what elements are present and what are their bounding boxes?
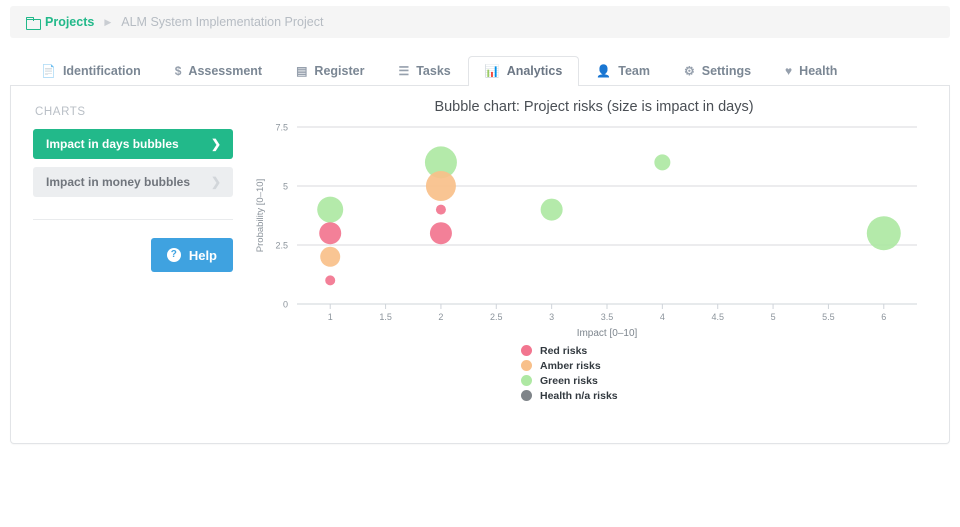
chart-legend: Red risks Amber risks Green risks Health n/… bbox=[521, 343, 618, 403]
legend-item[interactable]: Red risks bbox=[521, 343, 618, 358]
x-axis-tick-label: 6 bbox=[881, 312, 886, 322]
breadcrumb: Projects ▶ ALM System Implementation Pro… bbox=[10, 6, 950, 38]
sidebar-divider bbox=[33, 219, 233, 220]
tab-label: Assessment bbox=[188, 64, 262, 78]
tab-label: Analytics bbox=[507, 64, 563, 78]
bubble-point[interactable] bbox=[430, 222, 452, 244]
analytics-panel: CHARTS Impact in days bubbles❯Impact in … bbox=[10, 86, 950, 444]
charts-sidebar: CHARTS Impact in days bubbles❯Impact in … bbox=[11, 86, 249, 443]
help-button-label: Help bbox=[189, 248, 217, 263]
tab-label: Identification bbox=[63, 64, 141, 78]
dollar-icon: $ bbox=[175, 64, 182, 78]
legend-color-swatch bbox=[521, 375, 532, 386]
question-mark-icon: ? bbox=[167, 248, 181, 262]
bubble-point[interactable] bbox=[319, 222, 341, 244]
tab-label: Settings bbox=[702, 64, 751, 78]
x-axis-tick-label: 2 bbox=[438, 312, 443, 322]
tab-identification[interactable]: 📄 Identification bbox=[24, 56, 158, 86]
bubble-point[interactable] bbox=[325, 275, 335, 285]
bubble-chart: 0 2.5 5 7.5 Probability [0–10] 1 1.5 2 2.5 3 3.5 4 4… bbox=[249, 115, 949, 415]
bubble-chart-svg[interactable]: 0 2.5 5 7.5 Probability [0–10] 1 1.5 2 2.5 3 3.5 4 4… bbox=[249, 115, 939, 350]
x-axis-tick-label: 3 bbox=[549, 312, 554, 322]
document-icon: 📄 bbox=[41, 64, 56, 78]
x-axis-tick-label: 4 bbox=[660, 312, 665, 322]
chart-item-money[interactable]: Impact in money bubbles ❯ bbox=[33, 167, 233, 197]
breadcrumb-root-label: Projects bbox=[45, 15, 94, 29]
y-axis-tick-label: 5 bbox=[283, 182, 288, 192]
gear-icon: ⚙ bbox=[684, 64, 695, 78]
chart-item-label: Impact in money bubbles bbox=[46, 175, 190, 189]
chart-title: Bubble chart: Project risks (size is imp… bbox=[249, 99, 949, 115]
legend-color-swatch bbox=[521, 390, 532, 401]
tab-label: Tasks bbox=[416, 64, 451, 78]
bubble-point[interactable] bbox=[541, 199, 563, 221]
chart-container: Bubble chart: Project risks (size is imp… bbox=[249, 86, 949, 443]
bubble-point[interactable] bbox=[317, 197, 343, 223]
tab-bar: 📄 Identification $ Assessment ▤ Register ☰ Task… bbox=[10, 52, 950, 86]
y-axis-tick-label: 2.5 bbox=[275, 241, 288, 251]
legend-label: Health n/a risks bbox=[540, 390, 618, 402]
chevron-right-icon: ❯ bbox=[211, 175, 221, 189]
legend-color-swatch bbox=[521, 360, 532, 371]
help-button[interactable]: ? Help bbox=[151, 238, 233, 272]
heart-icon: ♥ bbox=[785, 64, 792, 78]
x-axis-tick-label: 1.5 bbox=[379, 312, 392, 322]
tab-assessment[interactable]: $ Assessment bbox=[158, 56, 279, 86]
tab-analytics[interactable]: 📊 Analytics bbox=[468, 56, 580, 86]
x-axis-tick-label: 2.5 bbox=[490, 312, 503, 322]
tab-label: Register bbox=[314, 64, 364, 78]
legend-label: Amber risks bbox=[540, 360, 601, 372]
tasks-icon: ☰ bbox=[398, 64, 409, 78]
bubble-point[interactable] bbox=[436, 205, 446, 215]
breadcrumb-projects-link[interactable]: Projects bbox=[26, 15, 94, 29]
bubble-point[interactable] bbox=[320, 247, 340, 267]
y-axis-tick-label: 7.5 bbox=[275, 123, 288, 133]
tab-settings[interactable]: ⚙ Settings bbox=[667, 56, 768, 86]
tab-tasks[interactable]: ☰ Tasks bbox=[381, 56, 467, 86]
charts-heading: CHARTS bbox=[35, 106, 233, 118]
tab-label: Team bbox=[618, 64, 650, 78]
tab-label: Health bbox=[799, 64, 837, 78]
legend-item[interactable]: Amber risks bbox=[521, 358, 618, 373]
folder-icon bbox=[26, 17, 39, 28]
person-icon: 👤 bbox=[596, 64, 611, 78]
x-axis-tick-label: 5.5 bbox=[822, 312, 835, 322]
x-axis-tick-label: 3.5 bbox=[601, 312, 614, 322]
chevron-right-icon: ❯ bbox=[211, 137, 221, 151]
legend-color-swatch bbox=[521, 345, 532, 356]
bar-chart-icon: 📊 bbox=[485, 64, 500, 78]
bubble-point[interactable] bbox=[426, 171, 456, 201]
legend-label: Green risks bbox=[540, 375, 598, 387]
legend-item[interactable]: Health n/a risks bbox=[521, 388, 618, 403]
x-axis-tick-label: 4.5 bbox=[711, 312, 724, 322]
x-axis-tick-label: 1 bbox=[328, 312, 333, 322]
y-axis-label: Probability [0–10] bbox=[255, 179, 266, 252]
breadcrumb-current-label: ALM System Implementation Project bbox=[121, 15, 323, 29]
bubble-point[interactable] bbox=[654, 154, 670, 170]
bubble-point[interactable] bbox=[867, 216, 901, 250]
x-axis-tick-label: 5 bbox=[771, 312, 776, 322]
legend-label: Red risks bbox=[540, 345, 587, 357]
y-axis-tick-label: 0 bbox=[283, 300, 288, 310]
tab-health[interactable]: ♥ Health bbox=[768, 56, 854, 86]
tab-register[interactable]: ▤ Register bbox=[279, 56, 381, 86]
chevron-right-icon: ▶ bbox=[104, 17, 111, 28]
x-axis-label: Impact [0–10] bbox=[577, 328, 638, 339]
list-icon: ▤ bbox=[296, 64, 307, 78]
legend-item[interactable]: Green risks bbox=[521, 373, 618, 388]
chart-item-days[interactable]: Impact in days bubbles ❯ bbox=[33, 129, 233, 159]
tab-team[interactable]: 👤 Team bbox=[579, 56, 667, 86]
chart-item-label: Impact in days bubbles bbox=[46, 137, 179, 151]
